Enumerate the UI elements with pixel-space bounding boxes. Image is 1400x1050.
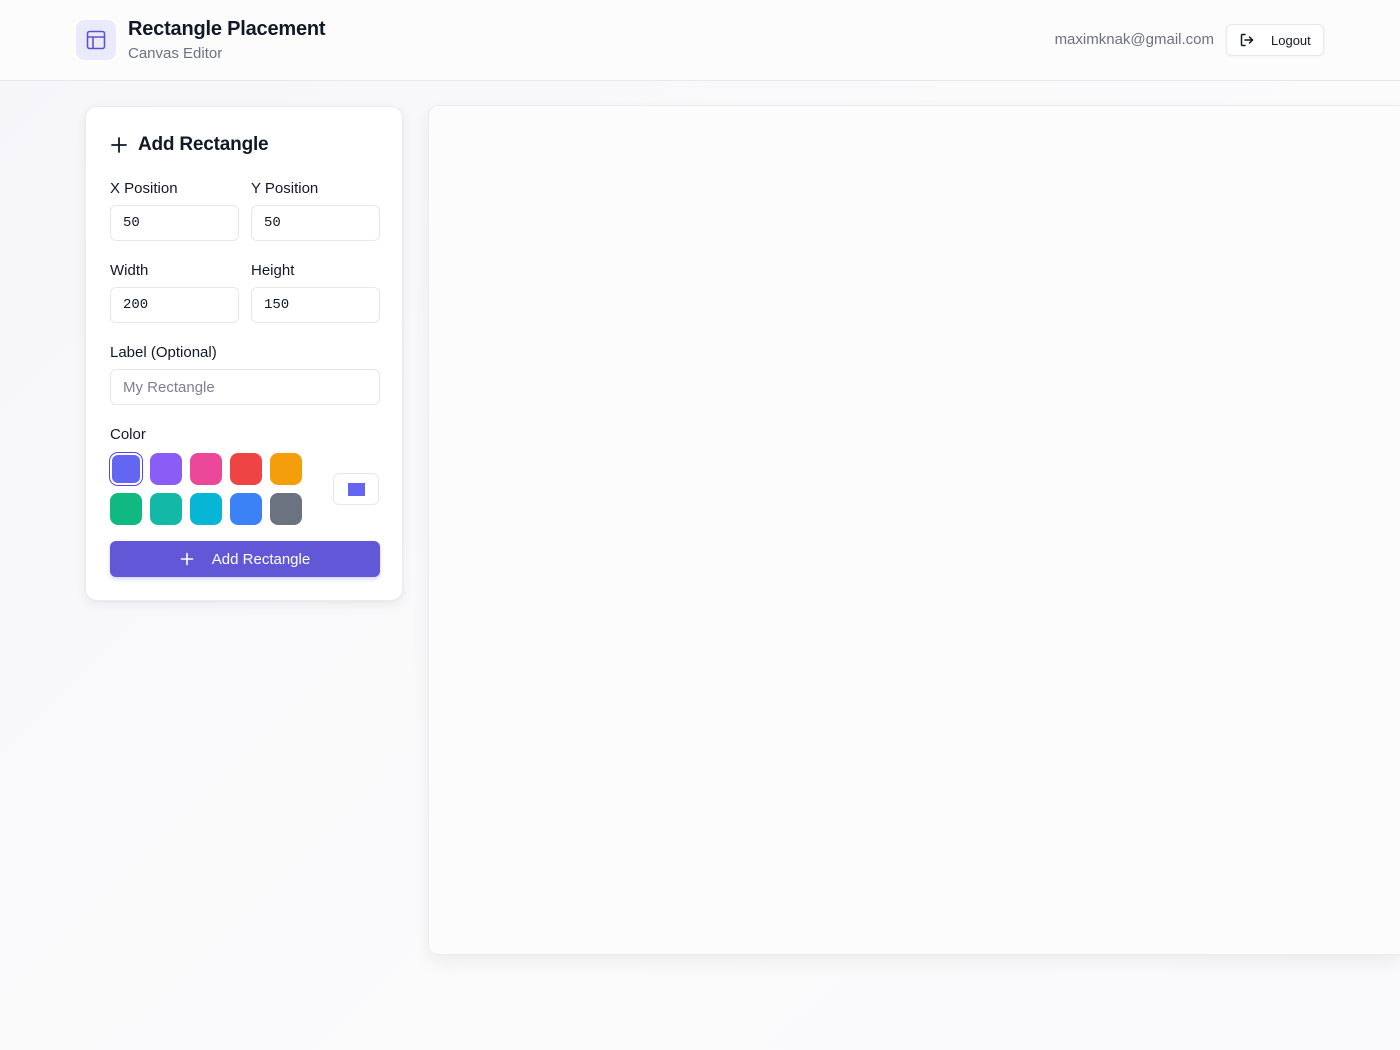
color-swatch[interactable] [230, 453, 262, 485]
logout-icon [1240, 33, 1254, 47]
layout-icon [76, 20, 116, 60]
app-title: Rectangle Placement [128, 18, 326, 40]
width-input[interactable] [110, 287, 239, 323]
add-rectangle-panel: Add Rectangle X Position Y Position Widt… [85, 106, 403, 601]
color-swatch[interactable] [270, 453, 302, 485]
selected-color-preview [347, 482, 365, 496]
panel-title: Add Rectangle [138, 134, 269, 155]
color-swatch[interactable] [270, 493, 302, 525]
color-label: Color [110, 426, 146, 443]
height-input[interactable] [251, 287, 380, 323]
plus-icon [111, 137, 127, 153]
custom-color-picker[interactable] [333, 473, 379, 505]
x-position-label: X Position [110, 180, 178, 197]
logout-button[interactable]: Logout [1226, 24, 1324, 56]
height-label: Height [251, 262, 295, 279]
color-swatch[interactable] [150, 453, 182, 485]
color-swatch[interactable] [230, 493, 262, 525]
x-position-input[interactable] [110, 205, 239, 241]
logout-label: Logout [1271, 32, 1311, 48]
app-header: Rectangle Placement Canvas Editor maximk… [0, 0, 1400, 81]
add-rectangle-button[interactable]: Add Rectangle [110, 541, 380, 577]
drawing-canvas[interactable] [428, 105, 1400, 955]
panel-header: Add Rectangle [110, 134, 269, 156]
color-swatch[interactable] [190, 493, 222, 525]
width-label: Width [110, 262, 149, 279]
color-swatch[interactable] [150, 493, 182, 525]
label-input[interactable] [110, 369, 380, 405]
y-position-input[interactable] [251, 205, 380, 241]
user-email: maximknak@gmail.com [1054, 31, 1214, 48]
color-swatch[interactable] [190, 453, 222, 485]
color-swatch[interactable] [110, 493, 142, 525]
y-position-label: Y Position [251, 180, 319, 197]
label-field-label: Label (Optional) [110, 344, 217, 361]
plus-icon [180, 552, 194, 566]
color-swatch[interactable] [110, 453, 142, 485]
add-rectangle-button-label: Add Rectangle [211, 550, 311, 568]
app-subtitle: Canvas Editor [128, 45, 223, 62]
